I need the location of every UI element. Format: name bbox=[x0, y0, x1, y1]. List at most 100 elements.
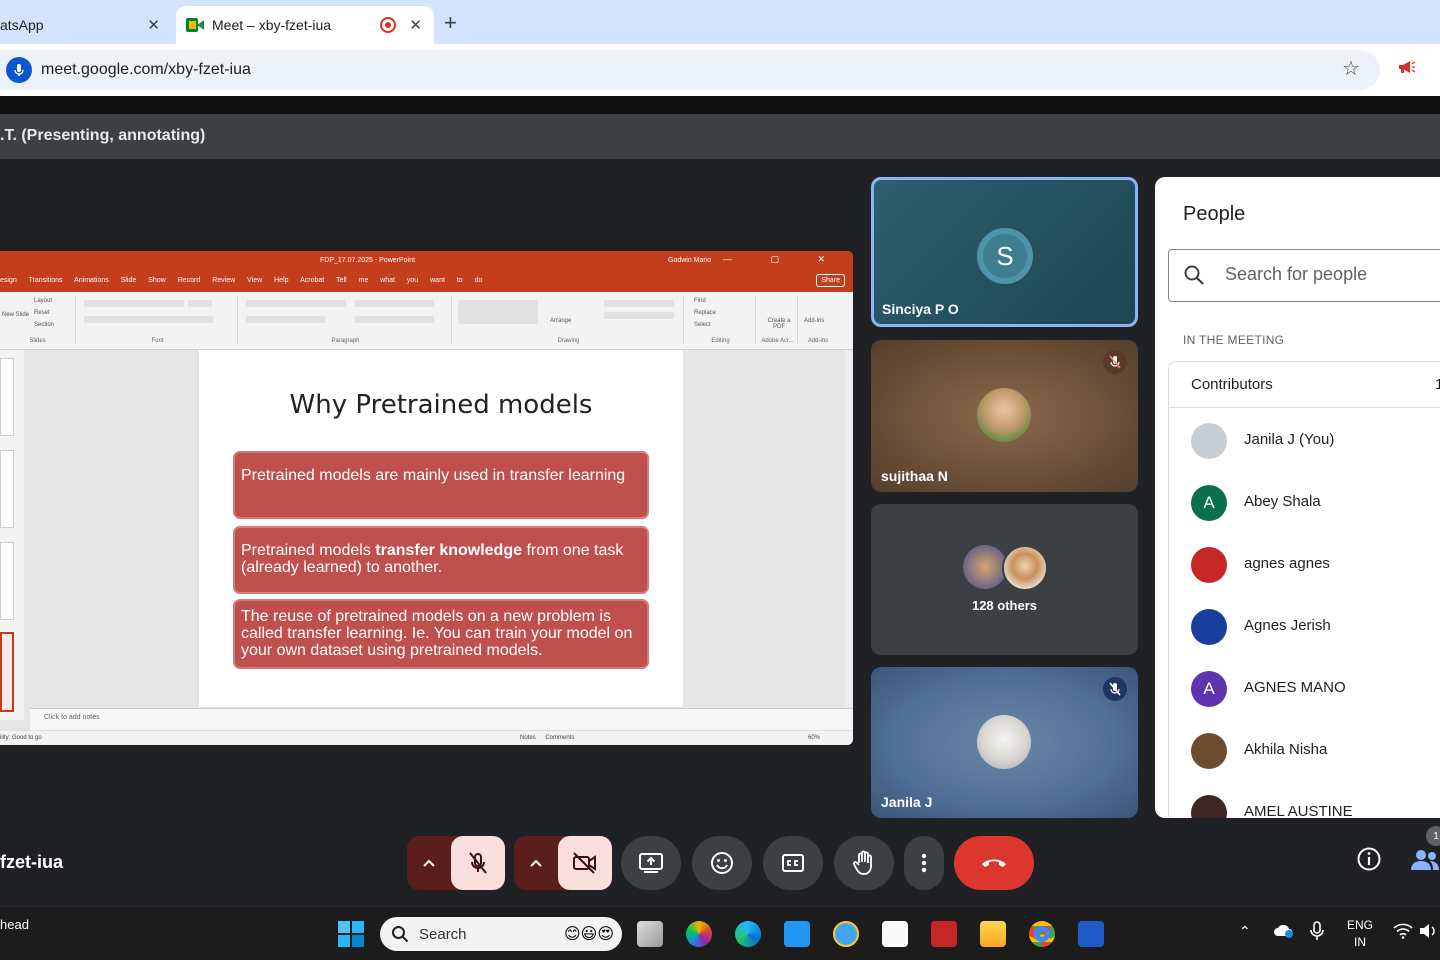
bookmark-star-icon[interactable]: ☆ bbox=[1342, 56, 1360, 81]
slide-thumbnails bbox=[0, 350, 24, 720]
word-icon[interactable] bbox=[1078, 921, 1104, 947]
url-text[interactable]: meet.google.com/xby-fzet-iua bbox=[41, 61, 251, 79]
menu-design: esign bbox=[0, 277, 17, 284]
tab-meet[interactable]: Meet – xby-fzet-iua ✕ bbox=[176, 6, 434, 44]
edge-icon[interactable] bbox=[735, 921, 761, 947]
taskbar-search[interactable]: Search 😊😃😍 bbox=[380, 917, 622, 951]
copilot-icon[interactable] bbox=[686, 921, 712, 947]
tab-close-icon[interactable]: ✕ bbox=[409, 16, 422, 34]
participant-name: Abey Shala bbox=[1244, 493, 1321, 510]
slide-bullet-box: Pretrained models are mainly used in tra… bbox=[233, 451, 649, 519]
more-options-icon[interactable]: ⋮ bbox=[1435, 796, 1440, 813]
mic-off-icon bbox=[1103, 350, 1127, 374]
omnibox[interactable]: meet.google.com/xby-fzet-iua ☆ bbox=[0, 50, 1380, 90]
others-tile[interactable]: 128 others bbox=[871, 504, 1138, 655]
more-options-icon[interactable]: ⋮ bbox=[1435, 486, 1440, 503]
ribbon-group-paragraph: Paragraph bbox=[240, 296, 452, 344]
onedrive-icon[interactable] bbox=[1273, 923, 1295, 944]
language-indicator[interactable]: ENG IN bbox=[1347, 917, 1373, 951]
group-count: 1 bbox=[1435, 376, 1440, 393]
present-screen-button[interactable] bbox=[621, 836, 681, 890]
chevron-up-icon[interactable] bbox=[407, 836, 451, 890]
mcafee-icon[interactable] bbox=[931, 921, 957, 947]
accessibility-status: ility: Good to go bbox=[0, 735, 42, 741]
participant-name: AGNES MANO bbox=[1244, 679, 1346, 696]
more-options-icon[interactable]: ⋮ bbox=[1435, 548, 1440, 565]
microsoft-store-icon[interactable] bbox=[882, 921, 908, 947]
menu-transitions: Transitions bbox=[28, 277, 63, 284]
camera-off-button[interactable] bbox=[558, 836, 612, 890]
meeting-info-button[interactable] bbox=[1356, 846, 1382, 877]
megaphone-icon[interactable] bbox=[1398, 60, 1416, 79]
people-search-input[interactable] bbox=[1225, 264, 1440, 285]
app-icon[interactable] bbox=[784, 921, 810, 947]
emoji-search-highlight-icon: 😊😃😍 bbox=[564, 926, 615, 943]
participant-list-item[interactable]: AMEL AUSTINE ⋮ bbox=[1169, 782, 1440, 818]
microphone-icon[interactable] bbox=[1310, 921, 1324, 946]
participant-list-item[interactable]: A AGNES MANO ⋮ bbox=[1169, 658, 1440, 720]
app-icon[interactable] bbox=[833, 921, 859, 947]
section-heading: IN THE MEETING bbox=[1183, 333, 1285, 347]
emoji-reaction-button[interactable] bbox=[692, 836, 752, 890]
participant-tile[interactable]: sujithaa N bbox=[871, 340, 1138, 492]
windows-start-icon[interactable] bbox=[337, 920, 364, 947]
tab-label: Meet – xby-fzet-iua bbox=[212, 17, 332, 33]
microphone-in-use-icon[interactable] bbox=[6, 57, 32, 83]
avatar bbox=[1191, 795, 1227, 818]
participant-list-item[interactable]: agnes agnes ⋮ bbox=[1169, 534, 1440, 596]
weather-widget[interactable]: head bbox=[0, 917, 29, 932]
present-icon bbox=[639, 853, 663, 873]
captions-button[interactable] bbox=[763, 836, 823, 890]
new-slide-label: New Slide bbox=[2, 312, 30, 318]
mic-control bbox=[407, 836, 505, 890]
more-options-icon[interactable]: ⋮ bbox=[1435, 734, 1440, 751]
find-label: Find bbox=[694, 298, 706, 304]
participant-list-item[interactable]: A Abey Shala ⋮ bbox=[1169, 472, 1440, 534]
people-search-box[interactable] bbox=[1168, 249, 1440, 302]
participant-list-item[interactable]: Akhila Nisha ⋮ bbox=[1169, 720, 1440, 782]
more-options-icon[interactable]: ⋮ bbox=[1435, 610, 1440, 627]
participant-tile[interactable]: S Sinciya P O bbox=[871, 177, 1138, 327]
menu-animations: Animations bbox=[74, 277, 109, 284]
ppt-user-name: Godwin Mano bbox=[668, 257, 712, 264]
mic-off-icon bbox=[1103, 677, 1127, 701]
task-view-icon[interactable] bbox=[637, 921, 663, 947]
more-options-icon[interactable]: ⋮ bbox=[1435, 424, 1440, 441]
slide-title: Why Pretrained models bbox=[289, 390, 593, 420]
mic-off-button[interactable] bbox=[451, 836, 505, 890]
menu-tell-me: Tell me what you want to do bbox=[336, 277, 483, 284]
wifi-icon[interactable] bbox=[1393, 923, 1413, 944]
tab-close-icon[interactable]: ✕ bbox=[147, 16, 160, 34]
people-icon bbox=[1411, 850, 1439, 870]
raise-hand-button[interactable] bbox=[834, 836, 894, 890]
participant-list-item[interactable]: Agnes Jerish ⋮ bbox=[1169, 596, 1440, 658]
volume-icon[interactable] bbox=[1418, 923, 1438, 944]
new-tab-button[interactable]: + bbox=[444, 10, 457, 36]
leave-call-button[interactable] bbox=[954, 836, 1034, 890]
file-explorer-icon[interactable] bbox=[980, 921, 1006, 947]
slide-thumbnail bbox=[0, 450, 14, 528]
ribbon-group-font: Font bbox=[78, 296, 238, 344]
tab-whatsapp[interactable]: atsApp ✕ bbox=[0, 6, 172, 44]
participant-name: Akhila Nisha bbox=[1244, 741, 1328, 758]
participant-photo bbox=[977, 388, 1031, 442]
contributors-header[interactable]: Contributors 1 bbox=[1169, 362, 1440, 408]
participant-name: Janila J (You) bbox=[1244, 431, 1335, 448]
others-count: 128 others bbox=[971, 598, 1038, 613]
avatar: A bbox=[1191, 671, 1227, 707]
chevron-up-icon[interactable] bbox=[514, 836, 558, 890]
ppt-window-title: FDP_17.07.2025 - PowerPoint bbox=[320, 257, 415, 264]
participant-tile[interactable]: Janila J bbox=[871, 667, 1138, 818]
ribbon-group-slides: New Slide Layout Reset Section Slides bbox=[0, 296, 76, 344]
more-options-icon[interactable]: ⋮ bbox=[1435, 672, 1440, 689]
participant-photo bbox=[963, 545, 1007, 589]
chrome-icon[interactable] bbox=[1029, 921, 1055, 947]
people-button[interactable] bbox=[1410, 848, 1440, 877]
more-options-button[interactable] bbox=[904, 836, 944, 890]
captions-icon bbox=[782, 854, 804, 872]
chevron-up-icon[interactable]: ⌃ bbox=[1239, 923, 1251, 940]
ribbon-group-editing: Find Replace Select Editing bbox=[686, 296, 756, 344]
participant-list-item[interactable]: Janila J (You) ⋮ bbox=[1169, 410, 1440, 472]
vertical-dots-icon bbox=[921, 853, 927, 873]
participant-count-badge: 1 bbox=[1426, 826, 1440, 846]
